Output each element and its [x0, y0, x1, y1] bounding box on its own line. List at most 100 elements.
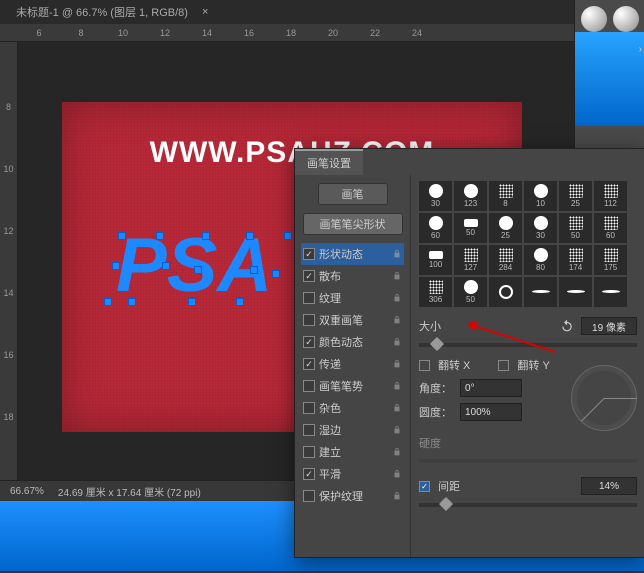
ruler-horizontal: 681012141618202224 — [0, 24, 644, 42]
option-label: 双重画笔 — [319, 312, 392, 328]
spacing-input[interactable] — [581, 477, 637, 495]
brush-option-row[interactable]: 杂色 — [301, 397, 404, 419]
ruler-vertical: 81012141618 — [0, 42, 18, 480]
brush-thumbnail[interactable]: 30 — [524, 213, 557, 243]
reset-size-icon[interactable] — [559, 318, 575, 334]
angle-dial[interactable] — [571, 365, 637, 431]
brush-option-row[interactable]: 湿边 — [301, 419, 404, 441]
option-checkbox[interactable] — [303, 292, 315, 304]
ruler-tick: 18 — [3, 412, 13, 454]
lock-icon[interactable] — [392, 314, 402, 326]
ruler-tick: 16 — [228, 28, 270, 38]
brush-preview-orb[interactable] — [581, 6, 607, 32]
brush-thumbnail[interactable]: 112 — [594, 181, 627, 211]
brush-thumbnail[interactable]: 175 — [594, 245, 627, 275]
brush-option-row[interactable]: 形状动态 — [301, 243, 404, 265]
option-checkbox[interactable] — [303, 248, 315, 260]
brush-tip-shape-button[interactable]: 画笔笔尖形状 — [303, 213, 403, 235]
option-checkbox[interactable] — [303, 424, 315, 436]
option-checkbox[interactable] — [303, 358, 315, 370]
lock-icon[interactable] — [392, 424, 402, 436]
nav-preview[interactable] — [575, 32, 644, 126]
lock-icon[interactable] — [392, 248, 402, 260]
option-label: 杂色 — [319, 400, 392, 416]
angle-input[interactable] — [460, 379, 522, 397]
chevron-right-icon[interactable]: › — [639, 44, 642, 55]
option-checkbox[interactable] — [303, 402, 315, 414]
size-input[interactable] — [581, 317, 637, 335]
brush-thumbnail[interactable]: 8 — [489, 181, 522, 211]
brush-thumbnail[interactable]: 30 — [419, 181, 452, 211]
spacing-slider[interactable] — [419, 503, 637, 507]
flip-y-label: 翻转 Y — [517, 357, 549, 373]
brush-thumbnail[interactable]: 100 — [419, 245, 452, 275]
close-tab-icon[interactable]: × — [202, 6, 208, 18]
brush-thumbnail[interactable]: 50 — [454, 277, 487, 307]
option-label: 颜色动态 — [319, 334, 392, 350]
brush-thumbnail[interactable]: 306 — [419, 277, 452, 307]
brush-thumbnail[interactable]: 284 — [489, 245, 522, 275]
brush-option-row[interactable]: 平滑 — [301, 463, 404, 485]
spacing-checkbox[interactable] — [419, 481, 430, 492]
document-tab[interactable]: 未标题-1 @ 66.7% (图层 1, RGB/8) — [8, 2, 196, 22]
option-checkbox[interactable] — [303, 380, 315, 392]
ruler-tick: 6 — [18, 28, 60, 38]
lock-icon[interactable] — [392, 446, 402, 458]
brush-thumbnail[interactable]: 10 — [524, 181, 557, 211]
lock-icon[interactable] — [392, 336, 402, 348]
option-checkbox[interactable] — [303, 270, 315, 282]
brush-option-row[interactable]: 散布 — [301, 265, 404, 287]
brush-option-row[interactable]: 画笔笔势 — [301, 375, 404, 397]
vector-path-text[interactable]: PSA — [116, 222, 272, 310]
option-label: 散布 — [319, 268, 392, 284]
brush-thumbnail[interactable]: 174 — [559, 245, 592, 275]
lock-icon[interactable] — [392, 292, 402, 304]
option-label: 传递 — [319, 356, 392, 372]
option-checkbox[interactable] — [303, 490, 315, 502]
lock-icon[interactable] — [392, 380, 402, 392]
brush-option-row[interactable]: 颜色动态 — [301, 331, 404, 353]
panel-tab-brush-settings[interactable]: 画笔设置 — [295, 149, 363, 175]
option-checkbox[interactable] — [303, 468, 315, 480]
brush-option-row[interactable]: 建立 — [301, 441, 404, 463]
angle-label: 角度： — [419, 380, 452, 396]
brush-thumbnail[interactable] — [489, 277, 522, 307]
brush-thumbnail[interactable]: 25 — [489, 213, 522, 243]
option-checkbox[interactable] — [303, 446, 315, 458]
option-checkbox[interactable] — [303, 314, 315, 326]
brush-thumbnail[interactable]: 25 — [559, 181, 592, 211]
brush-option-row[interactable]: 传递 — [301, 353, 404, 375]
brush-presets-button[interactable]: 画笔 — [318, 183, 388, 205]
ruler-tick: 18 — [270, 28, 312, 38]
option-label: 画笔笔势 — [319, 378, 392, 394]
brush-thumbnail[interactable] — [559, 277, 592, 307]
brush-thumbnail[interactable]: 50 — [454, 213, 487, 243]
brush-option-row[interactable]: 双重画笔 — [301, 309, 404, 331]
flip-x-checkbox[interactable] — [419, 360, 430, 371]
zoom-level[interactable]: 66.67% — [10, 486, 44, 497]
brush-thumbnail[interactable]: 60 — [594, 213, 627, 243]
ruler-tick: 10 — [102, 28, 144, 38]
lock-icon[interactable] — [392, 358, 402, 370]
brush-preview-orb[interactable] — [613, 6, 639, 32]
brush-thumbnail[interactable]: 60 — [419, 213, 452, 243]
brush-thumbnail[interactable] — [594, 277, 627, 307]
brush-thumbnail[interactable]: 80 — [524, 245, 557, 275]
brush-thumbnail[interactable]: 127 — [454, 245, 487, 275]
brush-thumbnail[interactable]: 50 — [559, 213, 592, 243]
ruler-tick: 8 — [6, 102, 11, 144]
flip-y-checkbox[interactable] — [498, 360, 509, 371]
roundness-input[interactable] — [460, 403, 522, 421]
brush-option-row[interactable]: 保护纹理 — [301, 485, 404, 507]
hardness-slider — [419, 459, 637, 463]
lock-icon[interactable] — [392, 402, 402, 414]
lock-icon[interactable] — [392, 270, 402, 282]
brush-thumbnail[interactable]: 123 — [454, 181, 487, 211]
option-checkbox[interactable] — [303, 336, 315, 348]
brush-thumbnail[interactable] — [524, 277, 557, 307]
lock-icon[interactable] — [392, 468, 402, 480]
option-label: 平滑 — [319, 466, 392, 482]
brush-option-row[interactable]: 纹理 — [301, 287, 404, 309]
lock-icon[interactable] — [392, 490, 402, 502]
ruler-tick: 12 — [3, 226, 13, 268]
